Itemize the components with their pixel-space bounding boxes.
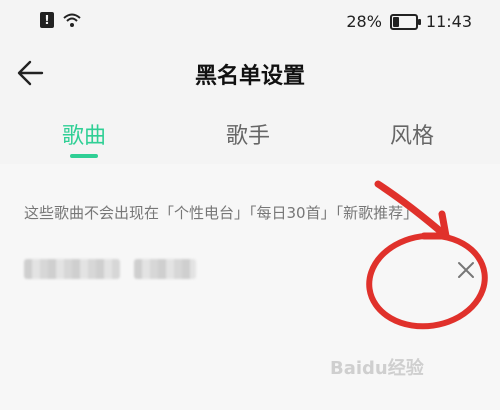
tab-styles[interactable]: 风格 (390, 118, 434, 150)
blurred-song-title (24, 259, 120, 279)
status-right: 28% 11:43 (346, 12, 472, 31)
tab-bar: 歌曲 歌手 风格 (0, 108, 500, 162)
battery-icon (389, 13, 421, 30)
tab-songs[interactable]: 歌曲 (62, 118, 106, 150)
blacklist-content: 这些歌曲不会出现在「个性电台」「每日30首」「新歌推荐」 (0, 164, 500, 410)
alert-icon: ! (40, 12, 54, 28)
blacklist-note: 这些歌曲不会出现在「个性电台」「每日30首」「新歌推荐」 (24, 204, 419, 222)
watermark: Baidu经验 (330, 358, 424, 379)
active-tab-indicator (70, 154, 98, 158)
tab-artists[interactable]: 歌手 (226, 118, 270, 150)
status-bar: ! 28% 11:43 (0, 0, 500, 44)
wifi-icon (63, 13, 81, 27)
page-title: 黑名单设置 (194, 64, 305, 89)
clock: 11:43 (425, 12, 472, 31)
screen: ! 28% 11:43 黑名单设置 歌曲 歌手 风格 这些歌曲不会出现在「个性电… (0, 0, 500, 410)
close-icon[interactable] (452, 256, 480, 284)
blurred-artist-name (134, 259, 196, 279)
status-left: ! (40, 12, 82, 28)
list-item (0, 244, 500, 294)
header: 黑名单设置 (0, 44, 500, 100)
battery-fill (392, 16, 400, 27)
battery-percent: 28% (346, 12, 382, 31)
